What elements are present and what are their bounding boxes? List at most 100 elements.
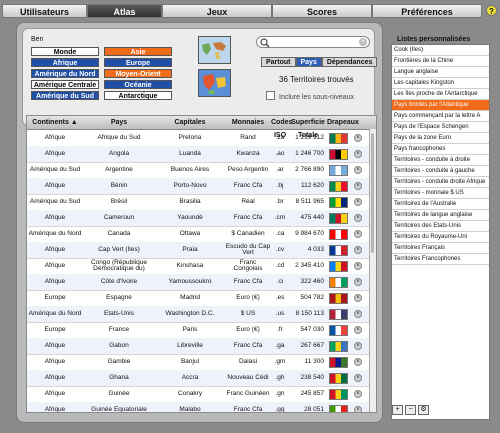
remove-list-button[interactable]: − (405, 405, 416, 415)
column-superficie[interactable]: Superficie Totale (289, 116, 327, 139)
region-map-thumbnail[interactable] (198, 69, 231, 97)
remove-row-icon[interactable]: × (354, 294, 362, 302)
remove-row-icon[interactable]: × (354, 182, 362, 190)
remove-row-icon[interactable]: × (354, 358, 362, 366)
cell-capitale: Madrid (180, 293, 200, 301)
remove-row-icon[interactable]: × (354, 310, 362, 318)
custom-list-item[interactable]: Territoires Francophones (392, 254, 489, 265)
table-row[interactable]: Amérique du Sud Brésil Brasilia Réal .br 8 51… (27, 194, 372, 211)
segment-pays[interactable]: Pays (295, 57, 322, 67)
cell-superficie: 322 460 (300, 277, 325, 285)
table-row[interactable]: Afrique Bénin Porto-Novo Franc Cfa .bj 112 62… (27, 178, 372, 195)
table-row[interactable]: Afrique Côte d'Ivoire Yamoussoukro Franc Cf… (27, 274, 372, 291)
search-field[interactable]: × (256, 36, 370, 48)
table-row[interactable]: Afrique Afrique du Sud Pretoria Rand .za 1 21… (27, 130, 372, 147)
remove-row-icon[interactable]: × (354, 278, 362, 286)
remove-row-icon[interactable]: × (354, 150, 362, 158)
remove-row-icon[interactable]: × (354, 374, 362, 382)
custom-list-item[interactable]: Territoires de langue anglaise (392, 210, 489, 221)
table-row[interactable]: Afrique Cap Vert (Iles) Praia Escudo du Cap… (27, 242, 372, 259)
remove-row-icon[interactable]: × (354, 326, 362, 334)
custom-list-item[interactable]: Territoires - conduite à droite (392, 155, 489, 166)
custom-list-item[interactable]: Territoires - conduite à gauche (392, 166, 489, 177)
table-row[interactable]: Afrique Gabon Libreville Franc Cfa .ga 267 66… (27, 338, 372, 355)
remove-row-icon[interactable]: × (354, 246, 362, 254)
clear-search-icon[interactable]: × (359, 38, 367, 46)
custom-list-item[interactable]: Les îles proche de l'Antarctique (392, 89, 489, 100)
table-row[interactable]: Afrique Gambie Banjul Dalasi .gm 11 300 × (27, 354, 372, 371)
custom-list-item[interactable]: Frontières de la Chine (392, 56, 489, 67)
cell-capitale: Yamoussoukro (168, 277, 212, 285)
custom-list-item[interactable]: Territoires des Etats-Unis (392, 221, 489, 232)
remove-row-icon[interactable]: × (354, 134, 362, 142)
remove-row-icon[interactable]: × (354, 230, 362, 238)
world-map-thumbnail[interactable] (198, 36, 231, 64)
table-row[interactable]: Afrique Guinée Equatoriale Malabo Franc Cfa… (27, 402, 372, 412)
table-row[interactable]: Afrique Guinée Conakry Franc Guinéen .gn 245 … (27, 386, 372, 403)
table-row[interactable]: Amérique du Nord Canada Ottawa $ Canadien .c… (27, 226, 372, 243)
column-codes[interactable]: Codes ISO (271, 116, 292, 139)
column-monnaies[interactable]: Monnaies (225, 116, 271, 129)
remove-row-icon[interactable]: × (354, 262, 362, 270)
segment-dependances[interactable]: Dépendances (321, 57, 378, 67)
table-row[interactable]: Afrique Angola Luanda Kwanza .ao 1 246 700 × (27, 146, 372, 163)
cell-capitale: Luanda (179, 149, 201, 157)
tab-preferences[interactable]: Préférences (372, 4, 482, 18)
continent-antarctique[interactable]: Antarctique (104, 91, 172, 100)
continent-europe[interactable]: Europe (104, 58, 172, 67)
continent-moyen-orient[interactable]: Moyen-Orient (104, 69, 172, 78)
continent-oceanie[interactable]: Océanie (104, 80, 172, 89)
custom-list-item[interactable]: Les capitales Kingston (392, 78, 489, 89)
continent-amerique-centrale[interactable]: Amérique Centrale (31, 80, 99, 89)
continent-amerique-du-nord[interactable]: Amérique du Nord (31, 69, 99, 78)
column-capitales[interactable]: Capitales (155, 116, 225, 129)
custom-list-item[interactable]: Territoires - conduite droite Afrique (392, 177, 489, 188)
table-row[interactable]: Afrique Ghana Accra Nouveau Cédi .gh 238 540 × (27, 370, 372, 387)
list-settings-button[interactable]: ⚙ (418, 405, 429, 415)
table-row[interactable]: Afrique Congo (République Démocratique du… (27, 258, 372, 275)
table-scroll-thumb[interactable] (371, 133, 374, 253)
tab-atlas[interactable]: Atlas (87, 4, 162, 18)
include-sublevels-option[interactable]: Inclure les sous-niveaux (266, 91, 354, 101)
remove-row-icon[interactable]: × (354, 390, 362, 398)
cell-superficie: 504 782 (300, 293, 325, 301)
custom-list-item[interactable]: Cook (Iles) (392, 45, 489, 56)
add-list-button[interactable]: + (392, 405, 403, 415)
remove-row-icon[interactable]: × (354, 214, 362, 222)
custom-list-item[interactable]: Langue anglaise (392, 67, 489, 78)
continent-asie[interactable]: Asie (104, 47, 172, 56)
cell-continent: Afrique (44, 373, 66, 381)
remove-row-icon[interactable]: × (354, 342, 362, 350)
tab-scores[interactable]: Scores (272, 4, 372, 18)
custom-list-item[interactable]: Pays commençant par la lettre A (392, 111, 489, 122)
remove-row-icon[interactable]: × (354, 406, 362, 412)
custom-list-item[interactable]: Territoires - monnaie $ US (392, 188, 489, 199)
help-button[interactable]: ? (486, 5, 497, 16)
continent-afrique[interactable]: Afrique (31, 58, 99, 67)
custom-list-item[interactable]: Territoires Français (392, 243, 489, 254)
table-row[interactable]: Europe Espagne Madrid Euro (€) .es 504 782 × (27, 290, 372, 307)
table-row[interactable]: Amérique du Nord Etats-Unis Washington D.C… (27, 306, 372, 323)
custom-list-item[interactable]: Territoires du Royaume-Uni (392, 232, 489, 243)
custom-list-item[interactable]: Pays bordés par l'Atlantique (392, 100, 489, 111)
remove-row-icon[interactable]: × (354, 198, 362, 206)
continent-monde[interactable]: Monde (31, 47, 99, 56)
cell-code: .cd (275, 261, 285, 269)
table-row[interactable]: Afrique Cameroun Yaoundé Franc Cfa .cm 475 44… (27, 210, 372, 227)
table-row[interactable]: Amérique du Sud Argentine Buenos Aires Peso… (27, 162, 372, 179)
include-checkbox[interactable] (266, 91, 275, 100)
column-drapeaux[interactable]: Drapeaux (327, 116, 359, 129)
column-continents[interactable]: Continents ▲ (27, 116, 83, 129)
segment-partout[interactable]: Partout (261, 57, 296, 67)
tab-utilisateurs[interactable]: Utilisateurs (2, 4, 87, 18)
remove-row-icon[interactable]: × (354, 166, 362, 174)
column-pays[interactable]: Pays (83, 116, 155, 129)
custom-list-item[interactable]: Pays de la zone Euro (392, 133, 489, 144)
custom-list-item[interactable]: Territoires de l'Australie (392, 199, 489, 210)
tab-jeux[interactable]: Jeux (162, 4, 272, 18)
continent-amerique-du-sud[interactable]: Amérique du Sud (31, 91, 99, 100)
custom-list-item[interactable]: Pays de l'Espace Schengen (392, 122, 489, 133)
table-scrollbar[interactable] (369, 129, 376, 412)
table-row[interactable]: Europe France Paris Euro (€) .fr 547 030 × (27, 322, 372, 339)
custom-list-item[interactable]: Pays francophones (392, 144, 489, 155)
